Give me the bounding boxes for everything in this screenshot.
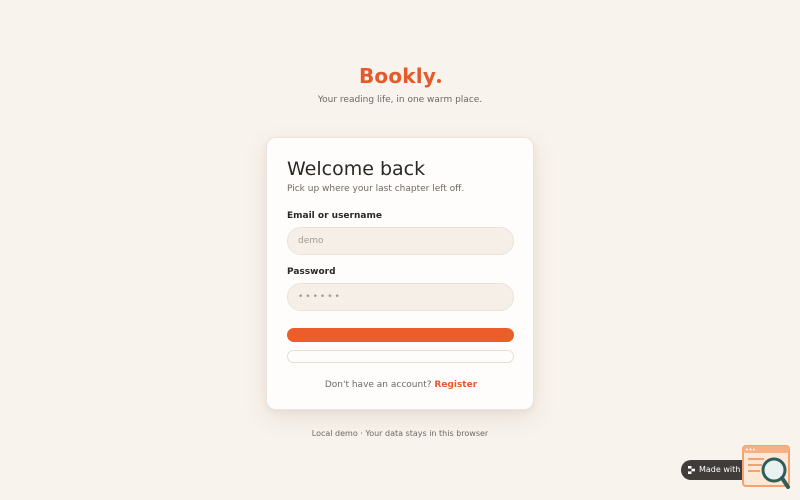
register-prompt: Don't have an account? (324, 380, 432, 390)
login-card: Welcome back Pick up where your last cha… (266, 137, 534, 410)
footer-note: Local demo · Your data stays in this bro… (311, 429, 489, 438)
password-label: Password (287, 267, 336, 277)
password-field[interactable] (287, 283, 514, 311)
page-title: Welcome back (287, 158, 426, 180)
brand-logo: Bookly (358, 62, 442, 90)
email-field[interactable] (287, 227, 514, 255)
brand-logo-dot (437, 79, 442, 83)
search-zoom-icon[interactable] (742, 445, 790, 490)
page-subtitle: Pick up where your last chapter left off… (287, 184, 465, 194)
login-page: Bookly Your reading life, in one warm pl… (0, 0, 800, 500)
sign-in-button[interactable] (287, 328, 514, 342)
brand-tagline: Your reading life, in one warm place. (317, 95, 483, 105)
register-row: Don't have an account? Register (267, 379, 535, 391)
replit-icon (688, 466, 695, 474)
brand-header: Bookly (0, 62, 800, 90)
brand-name: Bookly (358, 64, 437, 88)
register-link[interactable]: Register (434, 380, 477, 390)
email-label: Email or username (287, 211, 382, 221)
secondary-action-button[interactable] (287, 350, 514, 363)
